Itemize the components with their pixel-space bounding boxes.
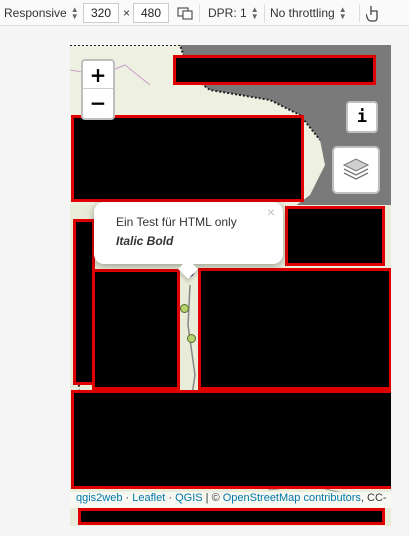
- viewport-height-input[interactable]: 480: [133, 3, 169, 23]
- dpr-updown-icon: ▲ ▼: [250, 5, 259, 21]
- dpr-select[interactable]: DPR: 1 ▲ ▼: [208, 3, 259, 23]
- zoom-control: + −: [81, 59, 115, 120]
- osm-link[interactable]: OpenStreetMap contributors: [223, 492, 361, 504]
- popup-close-button[interactable]: ×: [267, 204, 275, 220]
- throttling-select[interactable]: No throttling ▲ ▼: [270, 3, 347, 23]
- qgis-link[interactable]: QGIS: [175, 492, 203, 504]
- attribution-sep: ·: [165, 492, 176, 504]
- info-button[interactable]: i: [346, 101, 378, 133]
- throttling-label: No throttling: [270, 6, 335, 20]
- device-label: Responsive: [4, 6, 67, 20]
- layers-icon: [342, 158, 370, 180]
- redacted-region: [78, 508, 385, 525]
- devtools-toolbar: Responsive ▲ ▼ 320 × 480 DPR: 1 ▲ ▼ No thr…: [0, 0, 409, 26]
- redacted-region: [71, 390, 391, 489]
- layers-control-button[interactable]: [332, 146, 380, 194]
- attribution-tail: , CC-: [360, 492, 387, 504]
- map-attribution: qgis2web · Leaflet · QGIS | © OpenStreet…: [70, 492, 391, 508]
- redacted-region: [285, 206, 385, 266]
- redacted-region: [173, 55, 376, 85]
- leaflet-link[interactable]: Leaflet: [132, 492, 165, 504]
- popup-line-2: Italic Bold: [116, 234, 174, 248]
- throttling-updown-icon: ▲ ▼: [338, 5, 347, 21]
- device-updown-icon: ▲ ▼: [70, 5, 79, 21]
- zoom-out-button[interactable]: −: [83, 89, 113, 117]
- touch-simulation-icon[interactable]: [366, 3, 380, 23]
- map-marker[interactable]: [180, 304, 189, 313]
- redacted-region: [92, 269, 180, 390]
- attribution-sep: | ©: [202, 492, 223, 504]
- leaflet-map[interactable]: + − i × Ein Test für HTML only Italic Bo…: [70, 45, 391, 526]
- redacted-region: [71, 115, 304, 202]
- feature-popup: × Ein Test für HTML only Italic Bold: [94, 202, 283, 279]
- map-marker[interactable]: [187, 334, 196, 343]
- rotate-icon[interactable]: [176, 3, 194, 23]
- qgis2web-link[interactable]: qgis2web: [76, 492, 122, 504]
- device-select[interactable]: Responsive ▲ ▼: [4, 3, 79, 23]
- zoom-in-button[interactable]: +: [83, 61, 113, 89]
- dimension-times: ×: [123, 6, 131, 20]
- popup-line-1: Ein Test für HTML only: [116, 215, 237, 229]
- viewport-width-input[interactable]: 320: [83, 3, 119, 23]
- redacted-region: [198, 268, 391, 390]
- attribution-sep: ·: [122, 492, 133, 504]
- responsive-viewport: + − i × Ein Test für HTML only Italic Bo…: [70, 45, 391, 526]
- dpr-label: DPR: 1: [208, 6, 247, 20]
